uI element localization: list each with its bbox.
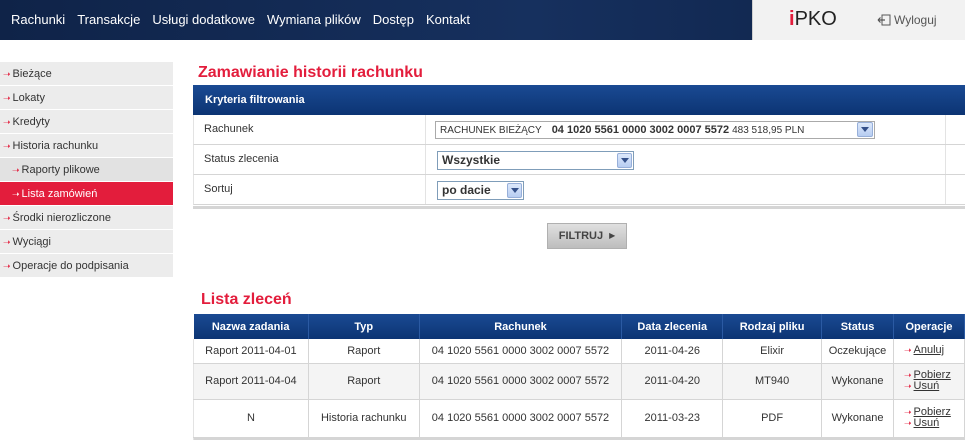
account-select[interactable]: RACHUNEK BIEŻĄCY 04 1020 5561 0000 3002 0…: [435, 121, 875, 139]
table-row: N Historia rachunku 04 1020 5561 0000 30…: [193, 399, 965, 438]
arrow-right-icon: ➝: [903, 381, 912, 391]
status-select[interactable]: Wszystkie: [437, 151, 634, 170]
arrow-right-icon: ➝: [903, 345, 912, 356]
column-header[interactable]: Data zlecenia: [621, 314, 724, 339]
column-header[interactable]: Rachunek: [419, 314, 623, 339]
triangle-right-icon: ▶: [609, 231, 616, 241]
column-header[interactable]: Status: [821, 314, 894, 339]
arrow-right-icon: ➝: [12, 165, 20, 175]
chevron-down-icon[interactable]: [617, 153, 632, 168]
arrow-right-icon: ➝: [3, 69, 11, 79]
cell-file-type: Elixir: [722, 339, 823, 364]
sort-select[interactable]: po dacie: [437, 181, 524, 200]
account-name: RACHUNEK BIEŻĄCY: [440, 125, 542, 136]
sidebar-item-operacje-do-podpisania[interactable]: ➝ Operacje do podpisania: [0, 254, 173, 278]
orders-section-title: Lista zleceń: [201, 291, 292, 308]
arrow-right-icon: ➝: [903, 370, 912, 380]
cell-status: Oczekujące: [821, 339, 894, 364]
orders-table: Nazwa zadania Typ Rachunek Data zlecenia…: [193, 314, 965, 440]
table-header-row: Nazwa zadania Typ Rachunek Data zlecenia…: [193, 314, 965, 339]
chevron-down-icon[interactable]: [857, 122, 873, 137]
sidebar-item-lista-zamowien[interactable]: ➝ Lista zamówień: [0, 182, 173, 206]
pko-logo: iPKO: [789, 8, 837, 30]
account-number: 04 1020 5561 0000 3002 0007 5572: [551, 124, 730, 136]
nav-kontakt[interactable]: Kontakt: [420, 0, 476, 40]
sidebar-menu: ➝ Bieżące ➝ Lokaty ➝ Kredyty ➝ Historia rach…: [0, 62, 173, 278]
cell-account: 04 1020 5561 0000 3002 0007 5572: [419, 339, 623, 364]
cell-status: Wykonane: [821, 363, 894, 400]
cell-operations: ➝ Anuluj: [893, 339, 965, 364]
column-header[interactable]: Typ: [308, 314, 420, 339]
sidebar-item-historia-rachunku[interactable]: ➝ Historia rachunku: [0, 134, 173, 158]
filter-row-account: Rachunek RACHUNEK BIEŻĄCY 04 1020 5561 00…: [193, 115, 965, 145]
arrow-right-icon: ➝: [3, 141, 11, 151]
arrow-right-icon: ➝: [903, 418, 912, 428]
table-row: Raport 2011-04-04 Raport 04 1020 5561 00…: [193, 363, 965, 400]
cell-date: 2011-04-26: [621, 339, 724, 364]
filter-panel: Kryteria filtrowania Rachunek RACHUNEK B…: [193, 85, 965, 209]
sidebar-item-raporty-plikowe[interactable]: ➝ Raporty plikowe: [0, 158, 173, 182]
filter-button[interactable]: FILTRUJ ▶: [547, 223, 627, 249]
filter-row-sort: Sortuj po dacie: [193, 175, 965, 205]
sort-select-value: po dacie: [442, 183, 491, 197]
column-header[interactable]: Rodzaj pliku: [722, 314, 823, 339]
nav-rachunki[interactable]: Rachunki: [0, 0, 71, 40]
cell-file-type: MT940: [722, 363, 823, 400]
filter-panel-header: Kryteria filtrowania: [193, 85, 965, 115]
sidebar-item-wyciagi[interactable]: ➝ Wyciągi: [0, 230, 173, 254]
cancel-link[interactable]: ➝ Anuluj: [904, 345, 964, 356]
cell-type: Raport: [308, 363, 420, 400]
sort-label: Sortuj: [204, 183, 233, 195]
arrow-right-icon: ➝: [3, 93, 11, 103]
account-balance: 483 518,95 PLN: [732, 125, 805, 136]
top-navigation-bar: Rachunki Transakcje Usługi dodatkowe Wym…: [0, 0, 965, 40]
status-label: Status zlecenia: [204, 153, 279, 165]
cell-task-name: Raport 2011-04-01: [193, 339, 309, 364]
sidebar-item-biezace[interactable]: ➝ Bieżące: [0, 62, 173, 86]
table-footer-bar: [193, 437, 965, 440]
cell-type: Raport: [308, 339, 420, 364]
chevron-down-icon[interactable]: [507, 183, 522, 198]
table-row: Raport 2011-04-01 Raport 04 1020 5561 00…: [193, 339, 965, 364]
delete-link[interactable]: ➝ Usuń: [904, 418, 964, 429]
sidebar-item-srodki-nierozliczone[interactable]: ➝ Środki nierozliczone: [0, 206, 173, 230]
nav-wymiana-plikow[interactable]: Wymiana plików: [261, 0, 367, 40]
arrow-right-icon: ➝: [3, 261, 11, 271]
cell-type: Historia rachunku: [308, 399, 420, 438]
arrow-right-icon: ➝: [903, 407, 912, 417]
nav-uslugi-dodatkowe[interactable]: Usługi dodatkowe: [146, 0, 261, 40]
sidebar-item-lokaty[interactable]: ➝ Lokaty: [0, 86, 173, 110]
cell-operations: ➝ Pobierz ➝ Usuń: [893, 399, 965, 438]
arrow-right-icon: ➝: [3, 237, 11, 247]
door-exit-icon: [877, 14, 891, 26]
status-select-value: Wszystkie: [442, 153, 501, 167]
cell-date: 2011-03-23: [621, 399, 724, 438]
column-header[interactable]: Nazwa zadania: [193, 314, 309, 339]
filter-row-status: Status zlecenia Wszystkie: [193, 145, 965, 175]
sidebar-item-kredyty[interactable]: ➝ Kredyty: [0, 110, 173, 134]
arrow-right-icon: ➝: [3, 213, 11, 223]
brand-area: iPKO Wyloguj: [752, 0, 965, 40]
nav-dostep[interactable]: Dostęp: [367, 0, 420, 40]
logout-label: Wyloguj: [894, 13, 937, 27]
cell-status: Wykonane: [821, 399, 894, 438]
account-label: Rachunek: [204, 123, 254, 135]
cell-account: 04 1020 5561 0000 3002 0007 5572: [419, 399, 623, 438]
cell-file-type: PDF: [722, 399, 823, 438]
cell-task-name: N: [193, 399, 309, 438]
arrow-right-icon: ➝: [3, 117, 11, 127]
cell-account: 04 1020 5561 0000 3002 0007 5572: [419, 363, 623, 400]
delete-link[interactable]: ➝ Usuń: [904, 381, 964, 392]
filter-button-label: FILTRUJ: [558, 230, 604, 242]
column-header: Operacje: [893, 314, 965, 339]
logout-button[interactable]: Wyloguj: [877, 13, 937, 27]
cell-task-name: Raport 2011-04-04: [193, 363, 309, 400]
cell-operations: ➝ Pobierz ➝ Usuń: [893, 363, 965, 400]
page-title: Zamawianie historii rachunku: [198, 64, 423, 81]
arrow-right-icon: ➝: [12, 189, 20, 199]
nav-transakcje[interactable]: Transakcje: [71, 0, 146, 40]
main-menu: Rachunki Transakcje Usługi dodatkowe Wym…: [0, 0, 476, 40]
cell-date: 2011-04-20: [621, 363, 724, 400]
